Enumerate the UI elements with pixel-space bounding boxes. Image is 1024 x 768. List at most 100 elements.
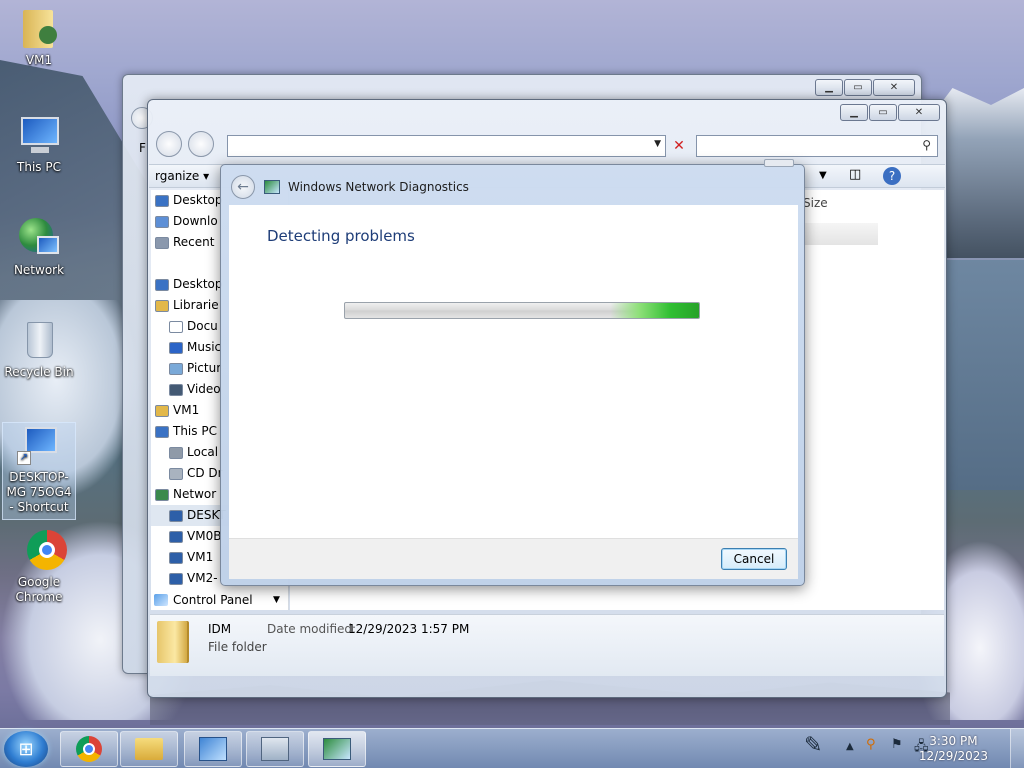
nav-item-icon (169, 383, 183, 396)
close-button[interactable]: ✕ (873, 79, 915, 96)
nav-item-label: Desktop (173, 193, 223, 207)
nav-item-icon (169, 320, 183, 333)
desktop-icon-this-pc[interactable]: This PC (2, 113, 76, 175)
show-desktop-button[interactable] (1010, 729, 1024, 768)
taskbar-chrome[interactable] (60, 731, 118, 767)
chrome-icon (17, 528, 67, 572)
progress-bar (344, 302, 700, 319)
nav-item-icon (155, 299, 169, 312)
chevron-down-icon[interactable]: ▼ (273, 595, 280, 605)
nav-item-label: Recent (173, 235, 215, 249)
progress-fill (345, 303, 699, 318)
taskbar-program[interactable] (246, 731, 304, 767)
search-input[interactable]: ⚲ (696, 135, 938, 157)
recycle-bin-icon (17, 318, 61, 362)
desktop-icon-label: DESKTOP-MG 75OG4 - Shortcut (6, 470, 72, 514)
nav-item-label: Pictur (187, 361, 222, 375)
nav-item-label: Video (187, 382, 221, 396)
chevron-down-icon[interactable]: ▼ (654, 139, 661, 149)
desktop-icon-desktop-shortcut[interactable]: ↗ DESKTOP-MG 75OG4 - Shortcut (2, 422, 76, 520)
nav-item-label: VM1 (173, 403, 200, 417)
desktop-icon-recycle-bin[interactable]: Recycle Bin (2, 318, 76, 380)
nav-item-icon (155, 194, 169, 207)
nav-item-icon (155, 278, 169, 291)
forward-nav-button[interactable] (188, 131, 214, 157)
desktop-icon-vm1[interactable]: VM1 (2, 6, 76, 68)
organize-button[interactable]: rganize ▾ (155, 169, 209, 183)
desktop-icon-google-chrome[interactable]: Google Chrome (2, 528, 76, 605)
nav-item-label: VM2- (187, 571, 218, 585)
help-icon[interactable]: ? (883, 167, 901, 185)
taskbar: ⊞ ✎ ▲ ⚲ ⚑ 🖧 3:30 PM 12/29/2023 (0, 728, 1024, 768)
nav-item-icon (169, 551, 183, 564)
nav-item-label: Desktop (173, 277, 223, 291)
minimize-button[interactable]: ▁ (815, 79, 843, 96)
back-arrow-icon[interactable]: ← (231, 175, 255, 199)
column-header-size[interactable]: Size (803, 196, 828, 210)
pen-input-icon[interactable]: ✎ (804, 733, 822, 758)
control-panel-icon (199, 737, 227, 761)
nav-item-label: CD Dr (187, 466, 223, 480)
minimize-button[interactable]: ▁ (840, 104, 868, 121)
details-name: IDM (208, 622, 232, 636)
desktop-icon-label: VM1 (25, 53, 53, 67)
taskbar-network-diagnostics[interactable] (308, 731, 366, 767)
nav-item-icon (169, 362, 183, 375)
window-caption-buttons: ▁ ▭ ✕ (815, 79, 915, 96)
desktop-icon-label: Recycle Bin (4, 365, 74, 379)
nav-item-label: VM1 (187, 550, 214, 564)
action-center-flag-icon[interactable]: ⚑ (891, 737, 903, 752)
cancel-button[interactable]: Cancel (721, 548, 787, 570)
desktop-icon-network[interactable]: Network (2, 216, 76, 278)
dialog-title: Windows Network Diagnostics (288, 180, 469, 194)
nav-item-icon (155, 488, 169, 501)
back-nav-button[interactable] (156, 131, 182, 157)
nav-item-label: Control Panel (173, 593, 253, 607)
nav-item-icon (169, 509, 183, 522)
folder-icon (157, 621, 187, 663)
dialog-body: Detecting problems (229, 205, 798, 538)
magnifier-icon[interactable]: ⚲ (866, 737, 876, 752)
details-modified-label: Date modified: (267, 622, 357, 636)
start-button[interactable]: ⊞ (4, 731, 48, 767)
details-modified-value: 12/29/2023 1:57 PM (348, 622, 470, 636)
maximize-button[interactable]: ▭ (869, 104, 897, 121)
nav-item-label: VM0B (187, 529, 222, 543)
preview-pane-icon[interactable]: ◫ (849, 167, 861, 182)
nav-item-icon (169, 341, 183, 354)
windows-logo-icon: ⊞ (18, 738, 34, 760)
dialog-footer: Cancel (229, 538, 798, 579)
taskbar-control-panel[interactable] (184, 731, 242, 767)
nav-item-icon (155, 215, 169, 228)
nav-item-control-panel[interactable]: Control Panel (154, 593, 253, 607)
stop-icon[interactable]: ✕ (669, 136, 689, 156)
maximize-button[interactable]: ▭ (844, 79, 872, 96)
details-type: File folder (208, 640, 267, 654)
size-cell (803, 223, 878, 245)
nav-item-label: Networ (173, 487, 217, 501)
taskbar-file-explorer[interactable] (120, 731, 178, 767)
show-hidden-icons-chevron-icon[interactable]: ▲ (846, 741, 854, 752)
network-globe-icon (17, 216, 61, 260)
system-clock[interactable]: 3:30 PM 12/29/2023 (919, 734, 988, 764)
network-diagnostics-dialog[interactable]: ← Windows Network Diagnostics Detecting … (220, 159, 805, 586)
nav-item-icon (155, 425, 169, 438)
nav-item-icon (155, 236, 169, 249)
chrome-icon (76, 736, 102, 762)
status-heading: Detecting problems (267, 227, 415, 245)
view-options-chevron-icon[interactable]: ▼ (819, 170, 827, 181)
nav-item-icon (169, 446, 183, 459)
window-icon (261, 737, 289, 761)
clock-date: 12/29/2023 (918, 749, 988, 763)
computer-shortcut-icon: ↗ (17, 423, 61, 467)
menu-file[interactable]: F (139, 141, 146, 155)
network-diagnostics-icon (323, 738, 351, 760)
nav-item-label: Librarie (173, 298, 219, 312)
computer-icon (17, 113, 61, 157)
close-button[interactable]: ✕ (898, 104, 940, 121)
address-bar[interactable]: ▼ (227, 135, 666, 157)
nav-item-label: Music (187, 340, 222, 354)
nav-item-icon (169, 530, 183, 543)
details-pane: IDM File folder Date modified: 12/29/202… (150, 614, 944, 676)
search-icon: ⚲ (922, 138, 931, 152)
